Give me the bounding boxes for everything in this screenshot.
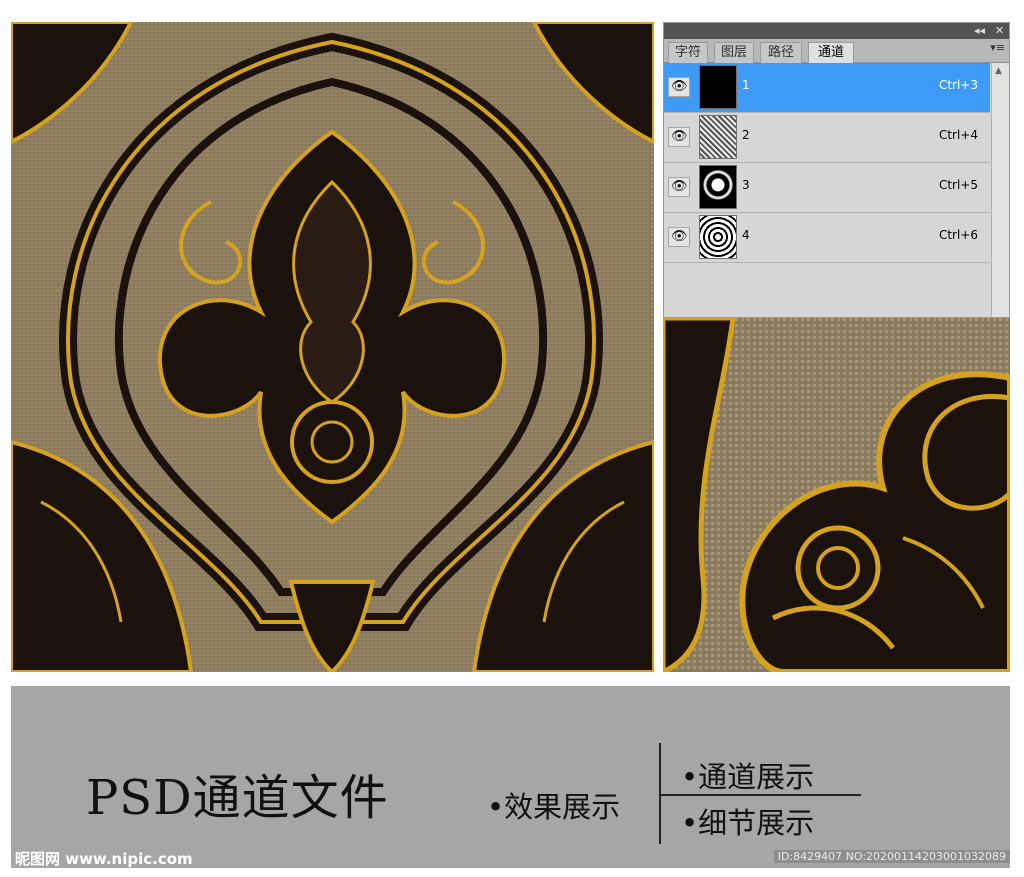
channel-shortcut: Ctrl+5 (938, 178, 978, 192)
channel-row[interactable]: 👁 4 Ctrl+6 (664, 213, 990, 263)
panel-menu-icon[interactable]: ▾≡ (990, 41, 1005, 54)
channel-thumbnail (699, 65, 737, 109)
channel-thumbnail (699, 165, 737, 209)
panel-scrollbar[interactable]: ▲ (991, 63, 1009, 317)
channel-row[interactable]: 👁 1 Ctrl+3 (664, 63, 990, 113)
effect-label: •效果展示 (487, 790, 621, 824)
channel-name: 1 (742, 78, 750, 92)
channel-name: 3 (742, 178, 750, 192)
scroll-up-arrow-icon[interactable]: ▲ (995, 66, 1002, 76)
channel-thumbnail (699, 215, 737, 259)
channel-row[interactable]: 👁 3 Ctrl+5 (664, 163, 990, 213)
caption-band: PSD通道文件 •效果展示 •通道展示 •细节展示 昵图网 www.nipic.… (11, 686, 1010, 868)
tab-channels[interactable]: 通道 (808, 42, 854, 63)
channel-row[interactable]: 👁 2 Ctrl+4 (664, 113, 990, 163)
detail-show-label: •细节展示 (681, 806, 815, 840)
channels-panel: ◂◂ ✕ 字符 图层 路径 通道 ▾≡ 👁 1 Ctrl+3 👁 2 Ctrl+… (663, 22, 1010, 318)
pattern-detail-crop (663, 318, 1010, 672)
channel-shortcut: Ctrl+3 (938, 78, 978, 92)
page-title: PSD通道文件 (86, 770, 389, 826)
channel-show-label: •通道展示 (681, 760, 815, 794)
tab-characters[interactable]: 字符 (668, 42, 708, 63)
channel-shortcut: Ctrl+6 (938, 228, 978, 242)
channel-shortcut: Ctrl+4 (938, 128, 978, 142)
damask-pattern-preview (11, 22, 654, 672)
channel-name: 2 (742, 128, 750, 142)
channel-thumbnail (699, 115, 737, 159)
panel-titlebar: ◂◂ ✕ (664, 23, 1009, 39)
eye-icon[interactable]: 👁 (668, 77, 690, 97)
panel-tabs: 字符 图层 路径 通道 ▾≡ (664, 39, 1009, 63)
image-id-text: ID:8429407 NO:20200114203001032089 (773, 850, 1010, 863)
site-watermark: 昵图网 www.nipic.com (15, 850, 193, 868)
tab-layers[interactable]: 图层 (714, 42, 754, 63)
close-icon[interactable]: ✕ (995, 23, 1004, 39)
eye-icon[interactable]: 👁 (668, 127, 690, 147)
eye-icon[interactable]: 👁 (668, 177, 690, 197)
double-chevron-icon[interactable]: ◂◂ (974, 23, 985, 39)
tab-paths[interactable]: 路径 (760, 42, 802, 63)
channel-name: 4 (742, 228, 750, 242)
eye-icon[interactable]: 👁 (668, 227, 690, 247)
